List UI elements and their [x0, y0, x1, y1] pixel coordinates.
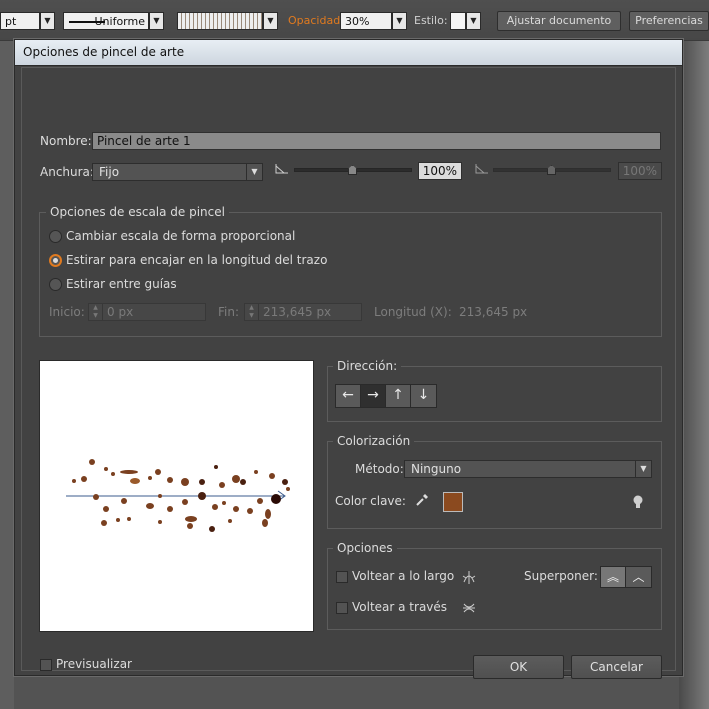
opacity-field[interactable]: 30%: [340, 12, 392, 30]
superponer-button-group: ︽ ︿: [600, 566, 652, 588]
art-brush-options-dialog: Opciones de pincel de arte Nombre: Pince…: [14, 39, 683, 679]
chevron-down-icon: ▼: [246, 164, 262, 180]
escala-option-proporcional[interactable]: Cambiar escala de forma proporcional: [66, 229, 295, 243]
style-label: Estilo:: [414, 14, 448, 27]
profile-dropdown[interactable]: ▼: [149, 12, 164, 30]
anchura-variation-pct-field: 100%: [618, 162, 662, 180]
tips-lightbulb-icon[interactable]: [632, 494, 644, 510]
longitud-label: Longitud (X):: [374, 305, 452, 319]
voltear-traves-label[interactable]: Voltear a través: [352, 600, 447, 614]
previsualizar-checkbox[interactable]: [40, 659, 52, 671]
inicio-spinner: ▲ ▼ 0 px: [88, 303, 206, 321]
style-swatch[interactable]: [450, 12, 466, 30]
brush-definition-field[interactable]: [177, 12, 263, 30]
eyedropper-icon[interactable]: [414, 492, 430, 508]
ok-button[interactable]: OK: [473, 655, 564, 679]
width-variation-icon: [275, 164, 288, 174]
voltear-largo-checkbox[interactable]: [336, 571, 348, 583]
opciones-group-title: Opciones: [333, 541, 397, 555]
stroke-weight-field[interactable]: pt: [0, 12, 40, 30]
stroke-weight-dropdown[interactable]: ▼: [40, 12, 55, 30]
preferencias-button[interactable]: Preferencias: [629, 11, 709, 31]
opacity-label[interactable]: Opacidad:: [288, 12, 344, 30]
overlap-none-icon[interactable]: ︿: [626, 567, 651, 587]
stroke-unit-text: pt: [5, 15, 17, 28]
direccion-group-title: Dirección:: [333, 359, 402, 373]
direccion-button-group: ← → ↑ ↓: [335, 384, 437, 408]
anchura-dropdown[interactable]: Fijo ▼: [92, 163, 263, 181]
dialog-title: Opciones de pincel de arte: [23, 45, 185, 59]
metodo-label: Método:: [355, 462, 404, 476]
brush-preview-image: [66, 459, 290, 532]
color-clave-label: Color clave:: [335, 494, 406, 508]
previsualizar-label[interactable]: Previsualizar: [56, 657, 132, 671]
ajustar-documento-button[interactable]: Ajustar documento: [497, 11, 621, 31]
voltear-largo-label[interactable]: Voltear a lo largo: [352, 569, 454, 583]
overlap-adjust-icon[interactable]: ︽: [601, 567, 626, 587]
nombre-value: Pincel de arte 1: [97, 134, 191, 148]
longitud-value: 213,645 px: [459, 305, 528, 319]
brush-definition-dropdown[interactable]: ▼: [263, 12, 278, 30]
canvas-background-right: [679, 41, 709, 709]
colorizacion-group: [327, 441, 662, 529]
style-dropdown[interactable]: ▼: [466, 12, 481, 30]
nombre-label: Nombre:: [40, 134, 92, 148]
control-toolbar: pt ▼ Uniforme ▼ ▼ Opacidad: 30% ▼ Estilo…: [0, 0, 709, 41]
canvas-background: [0, 41, 14, 709]
fin-value: 213,645 px: [263, 305, 332, 319]
anchura-label: Anchura:: [40, 165, 94, 179]
colorizacion-group-title: Colorización: [333, 434, 415, 448]
dialog-body: Nombre: Pincel de arte 1 Anchura: Fijo ▼…: [21, 67, 676, 679]
opacity-value: 30%: [345, 15, 370, 28]
flip-across-icon: [463, 603, 475, 613]
spinner-arrows-icon: ▲ ▼: [245, 304, 259, 320]
arrow-up-icon[interactable]: ↑: [386, 385, 411, 407]
arrow-left-icon[interactable]: ←: [336, 385, 361, 407]
radio-escala-estirar[interactable]: [49, 254, 62, 267]
spinner-arrows-icon: ▲ ▼: [89, 304, 103, 320]
nombre-input[interactable]: Pincel de arte 1: [92, 132, 661, 150]
radio-escala-guias[interactable]: [49, 278, 62, 291]
anchura-slider-thumb[interactable]: [348, 165, 357, 175]
radio-escala-proporcional[interactable]: [49, 230, 62, 243]
escala-option-guias[interactable]: Estirar entre guías: [66, 277, 177, 291]
profile-field[interactable]: Uniforme: [63, 12, 149, 30]
arrow-down-icon[interactable]: ↓: [411, 385, 436, 407]
metodo-dropdown[interactable]: Ninguno ▼: [404, 460, 652, 478]
width-variation-icon-2: [475, 164, 488, 174]
flip-along-icon: [462, 571, 476, 584]
anchura-variation-slider-thumb: [547, 165, 556, 175]
opacity-dropdown[interactable]: ▼: [392, 12, 407, 30]
arrow-right-icon[interactable]: →: [361, 385, 386, 407]
inicio-label: Inicio:: [49, 305, 85, 319]
fin-label: Fin:: [218, 305, 240, 319]
voltear-traves-checkbox[interactable]: [336, 602, 348, 614]
anchura-value: Fijo: [99, 165, 120, 179]
cancel-button[interactable]: Cancelar: [571, 655, 662, 679]
superponer-label: Superponer:: [524, 569, 598, 583]
opciones-group: [327, 548, 662, 630]
key-color-swatch[interactable]: [443, 492, 463, 512]
profile-line-icon: [69, 21, 105, 23]
anchura-pct-field[interactable]: 100%: [418, 162, 462, 180]
chevron-down-icon: ▼: [635, 461, 651, 477]
fin-spinner: ▲ ▼ 213,645 px: [244, 303, 362, 321]
metodo-value: Ninguno: [411, 462, 462, 476]
escala-group-title: Opciones de escala de pincel: [46, 205, 229, 219]
inicio-value: 0 px: [107, 305, 134, 319]
escala-option-estirar[interactable]: Estirar para encajar en la longitud del …: [66, 253, 327, 267]
brush-preview-panel: [39, 360, 314, 632]
dialog-titlebar[interactable]: Opciones de pincel de arte: [15, 40, 682, 66]
